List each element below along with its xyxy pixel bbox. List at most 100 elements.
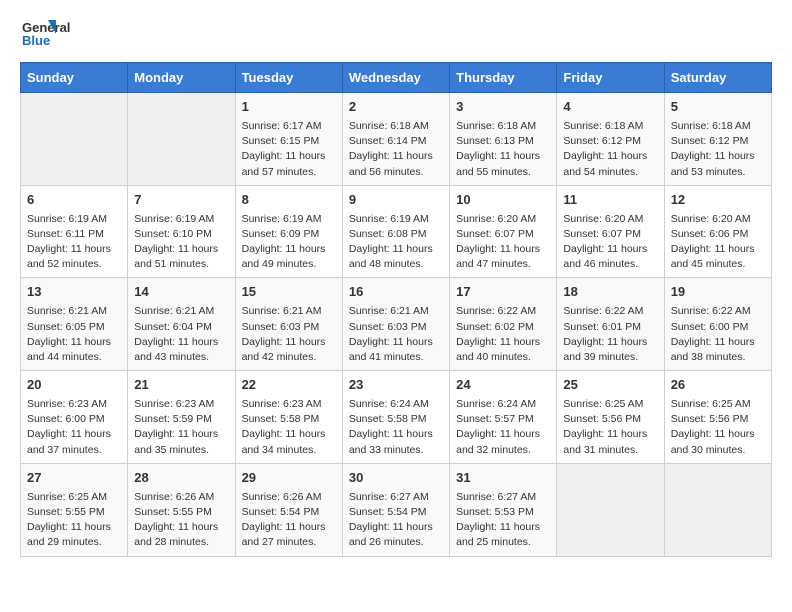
- calendar-cell: 27Sunrise: 6:25 AMSunset: 5:55 PMDayligh…: [21, 463, 128, 556]
- day-number: 3: [456, 98, 550, 117]
- sunset-text: Sunset: 6:00 PM: [27, 413, 105, 425]
- calendar-page: General Blue SundayMondayTuesdayWednesda…: [0, 0, 792, 612]
- sunrise-text: Sunrise: 6:25 AM: [563, 398, 643, 410]
- sunrise-text: Sunrise: 6:21 AM: [27, 305, 107, 317]
- daylight-text: Daylight: 11 hours and 53 minutes.: [671, 150, 755, 177]
- day-number: 24: [456, 376, 550, 395]
- sunrise-text: Sunrise: 6:21 AM: [134, 305, 214, 317]
- sunrise-text: Sunrise: 6:22 AM: [563, 305, 643, 317]
- sunrise-text: Sunrise: 6:18 AM: [456, 120, 536, 132]
- sunset-text: Sunset: 6:03 PM: [349, 321, 427, 333]
- week-row-5: 27 Sunrise: 6:25 AM Sunset: 5:55 PM Dayligh…: [21, 463, 772, 556]
- sunrise-text: Sunrise: 6:23 AM: [242, 398, 322, 410]
- sunset-text: Sunset: 5:56 PM: [563, 413, 641, 425]
- day-number: 6: [27, 191, 121, 210]
- logo: General Blue: [20, 16, 80, 52]
- calendar-cell: 19Sunrise: 6:22 AMSunset: 6:00 PMDayligh…: [664, 278, 771, 371]
- daylight-text: Daylight: 11 hours and 33 minutes.: [349, 428, 433, 455]
- day-number: 21: [134, 376, 228, 395]
- calendar-cell: 8Sunrise: 6:19 AMSunset: 6:09 PMDaylight…: [235, 185, 342, 278]
- logo-icon: General Blue: [20, 16, 80, 52]
- calendar-cell: 20Sunrise: 6:23 AMSunset: 6:00 PMDayligh…: [21, 371, 128, 464]
- weekday-header-sunday: Sunday: [21, 63, 128, 93]
- sunset-text: Sunset: 6:11 PM: [27, 228, 104, 240]
- sunrise-text: Sunrise: 6:25 AM: [27, 491, 107, 503]
- calendar-cell: 12Sunrise: 6:20 AMSunset: 6:06 PMDayligh…: [664, 185, 771, 278]
- daylight-text: Daylight: 11 hours and 52 minutes.: [27, 243, 111, 270]
- day-number: 30: [349, 469, 443, 488]
- sunset-text: Sunset: 5:54 PM: [349, 506, 427, 518]
- sunrise-text: Sunrise: 6:27 AM: [349, 491, 429, 503]
- daylight-text: Daylight: 11 hours and 44 minutes.: [27, 336, 111, 363]
- sunrise-text: Sunrise: 6:21 AM: [242, 305, 322, 317]
- sunset-text: Sunset: 5:58 PM: [349, 413, 427, 425]
- daylight-text: Daylight: 11 hours and 55 minutes.: [456, 150, 540, 177]
- daylight-text: Daylight: 11 hours and 39 minutes.: [563, 336, 647, 363]
- sunset-text: Sunset: 5:55 PM: [134, 506, 212, 518]
- calendar-cell: 17Sunrise: 6:22 AMSunset: 6:02 PMDayligh…: [450, 278, 557, 371]
- weekday-header-wednesday: Wednesday: [342, 63, 449, 93]
- sunrise-text: Sunrise: 6:21 AM: [349, 305, 429, 317]
- sunset-text: Sunset: 5:56 PM: [671, 413, 749, 425]
- sunset-text: Sunset: 5:59 PM: [134, 413, 212, 425]
- weekday-header-row: SundayMondayTuesdayWednesdayThursdayFrid…: [21, 63, 772, 93]
- calendar-cell: [664, 463, 771, 556]
- sunrise-text: Sunrise: 6:25 AM: [671, 398, 751, 410]
- day-number: 8: [242, 191, 336, 210]
- sunrise-text: Sunrise: 6:23 AM: [27, 398, 107, 410]
- sunset-text: Sunset: 6:12 PM: [563, 135, 641, 147]
- daylight-text: Daylight: 11 hours and 28 minutes.: [134, 521, 218, 548]
- day-number: 4: [563, 98, 657, 117]
- sunset-text: Sunset: 6:09 PM: [242, 228, 320, 240]
- sunrise-text: Sunrise: 6:17 AM: [242, 120, 322, 132]
- calendar-cell: 3Sunrise: 6:18 AMSunset: 6:13 PMDaylight…: [450, 93, 557, 186]
- daylight-text: Daylight: 11 hours and 31 minutes.: [563, 428, 647, 455]
- sunset-text: Sunset: 6:15 PM: [242, 135, 320, 147]
- day-number: 5: [671, 98, 765, 117]
- daylight-text: Daylight: 11 hours and 34 minutes.: [242, 428, 326, 455]
- header: General Blue: [20, 16, 772, 52]
- daylight-text: Daylight: 11 hours and 57 minutes.: [242, 150, 326, 177]
- sunrise-text: Sunrise: 6:18 AM: [349, 120, 429, 132]
- sunset-text: Sunset: 6:01 PM: [563, 321, 641, 333]
- sunset-text: Sunset: 6:05 PM: [27, 321, 105, 333]
- day-number: 27: [27, 469, 121, 488]
- calendar-cell: 11Sunrise: 6:20 AMSunset: 6:07 PMDayligh…: [557, 185, 664, 278]
- daylight-text: Daylight: 11 hours and 40 minutes.: [456, 336, 540, 363]
- weekday-header-saturday: Saturday: [664, 63, 771, 93]
- sunset-text: Sunset: 6:04 PM: [134, 321, 212, 333]
- sunset-text: Sunset: 5:54 PM: [242, 506, 320, 518]
- day-number: 2: [349, 98, 443, 117]
- sunrise-text: Sunrise: 6:19 AM: [349, 213, 429, 225]
- calendar-cell: 23Sunrise: 6:24 AMSunset: 5:58 PMDayligh…: [342, 371, 449, 464]
- day-number: 1: [242, 98, 336, 117]
- sunrise-text: Sunrise: 6:18 AM: [563, 120, 643, 132]
- day-number: 20: [27, 376, 121, 395]
- sunset-text: Sunset: 5:57 PM: [456, 413, 534, 425]
- daylight-text: Daylight: 11 hours and 56 minutes.: [349, 150, 433, 177]
- sunset-text: Sunset: 6:07 PM: [456, 228, 534, 240]
- daylight-text: Daylight: 11 hours and 32 minutes.: [456, 428, 540, 455]
- calendar-cell: 15Sunrise: 6:21 AMSunset: 6:03 PMDayligh…: [235, 278, 342, 371]
- weekday-header-tuesday: Tuesday: [235, 63, 342, 93]
- calendar-cell: 30Sunrise: 6:27 AMSunset: 5:54 PMDayligh…: [342, 463, 449, 556]
- calendar-cell: 9Sunrise: 6:19 AMSunset: 6:08 PMDaylight…: [342, 185, 449, 278]
- sunrise-text: Sunrise: 6:24 AM: [456, 398, 536, 410]
- sunset-text: Sunset: 6:02 PM: [456, 321, 534, 333]
- sunrise-text: Sunrise: 6:18 AM: [671, 120, 751, 132]
- week-row-2: 6 Sunrise: 6:19 AM Sunset: 6:11 PM Daylight…: [21, 185, 772, 278]
- week-row-1: 1 Sunrise: 6:17 AM Sunset: 6:15 PM Daylight…: [21, 93, 772, 186]
- sunset-text: Sunset: 6:03 PM: [242, 321, 320, 333]
- daylight-text: Daylight: 11 hours and 35 minutes.: [134, 428, 218, 455]
- day-number: 17: [456, 283, 550, 302]
- calendar-cell: 22Sunrise: 6:23 AMSunset: 5:58 PMDayligh…: [235, 371, 342, 464]
- day-number: 22: [242, 376, 336, 395]
- daylight-text: Daylight: 11 hours and 54 minutes.: [563, 150, 647, 177]
- daylight-text: Daylight: 11 hours and 51 minutes.: [134, 243, 218, 270]
- day-number: 18: [563, 283, 657, 302]
- calendar-cell: 18 Sunrise: 6:22 AM Sunset: 6:01 PM Dayligh…: [557, 278, 664, 371]
- sunrise-text: Sunrise: 6:27 AM: [456, 491, 536, 503]
- daylight-text: Daylight: 11 hours and 43 minutes.: [134, 336, 218, 363]
- sunset-text: Sunset: 6:08 PM: [349, 228, 427, 240]
- calendar-table: SundayMondayTuesdayWednesdayThursdayFrid…: [20, 62, 772, 557]
